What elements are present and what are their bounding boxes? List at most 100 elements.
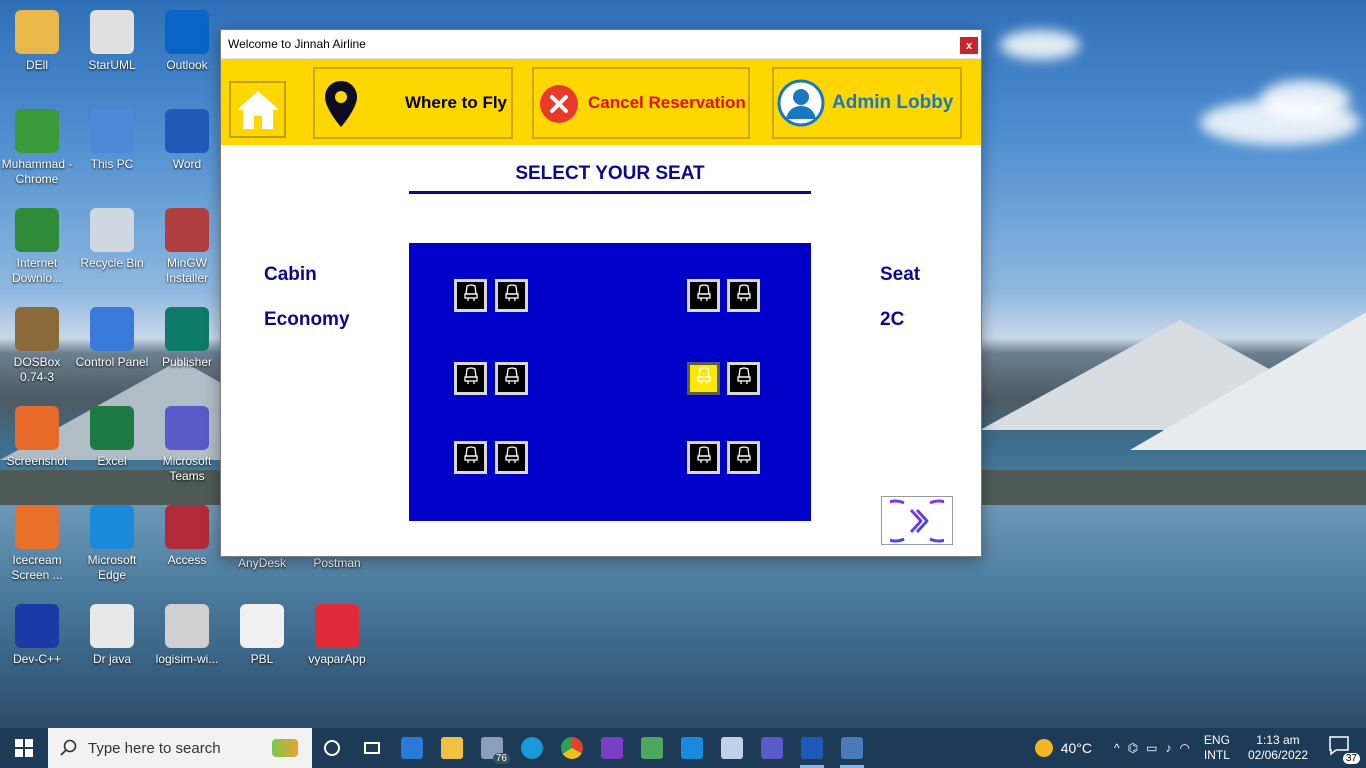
- app-icon: [90, 505, 134, 549]
- desktop-icon-pbl[interactable]: PBL: [225, 604, 299, 667]
- seat-label: Seat: [880, 264, 921, 285]
- taskbar-app-cube[interactable]: [712, 728, 752, 768]
- weather-sun-icon[interactable]: [1034, 739, 1053, 757]
- where-to-fly-button[interactable]: Where to Fly: [313, 67, 513, 139]
- seat-3c[interactable]: [687, 441, 720, 474]
- desktop-icon-microsoft-edge[interactable]: Microsoft Edge: [75, 505, 149, 583]
- taskbar-mail[interactable]: 76: [472, 728, 512, 768]
- desktop-icon-label: Screenshot: [6, 454, 68, 468]
- desktop-icon-logisim-wi[interactable]: logisim-wi...: [150, 604, 224, 667]
- weather-temp[interactable]: 40°C: [1061, 740, 1092, 756]
- taskbar-store[interactable]: [392, 728, 432, 768]
- desktop-icon-label: Microsoft Edge: [87, 553, 137, 582]
- tray-wifi-icon[interactable]: ◠: [1179, 741, 1189, 755]
- desktop-icon-icecream-screen[interactable]: Icecream Screen ...: [0, 505, 74, 583]
- close-button[interactable]: x: [960, 37, 978, 54]
- app-icon: [165, 604, 209, 648]
- tray-network-icon[interactable]: ⌬: [1128, 741, 1138, 755]
- app-icon: [165, 406, 209, 450]
- taskbar-file-explorer[interactable]: [432, 728, 472, 768]
- desktop-icon-label: Muhammad - Chrome: [1, 157, 73, 186]
- seat-1b[interactable]: [495, 279, 528, 312]
- desktop-icon-label: Dev-C++: [12, 652, 62, 666]
- tray-chevron-up-icon[interactable]: ^: [1114, 741, 1120, 755]
- desktop-icon-label: AnyDesk: [237, 556, 287, 570]
- seat-1d[interactable]: [727, 279, 760, 312]
- title-bar: Welcome to Jinnah Airline: [221, 30, 981, 59]
- tray-volume-icon[interactable]: ♪: [1165, 741, 1171, 755]
- desktop-icon-dosbox-0-74-3[interactable]: DOSBox 0.74-3: [0, 307, 74, 385]
- desktop-icon-label: Icecream Screen ...: [11, 553, 63, 582]
- start-button[interactable]: [0, 728, 48, 768]
- taskbar-chrome[interactable]: [552, 728, 592, 768]
- seat-icon: [502, 283, 522, 308]
- system-tray: 40°C ^ ⌬ ▭ ♪ ◠ ENG INTL 1:13 am 02/06/20…: [1034, 728, 1366, 768]
- task-view-button[interactable]: [312, 728, 352, 768]
- seat-2b[interactable]: [495, 362, 528, 395]
- desktop-icon-microsoft-teams[interactable]: Microsoft Teams: [150, 406, 224, 484]
- seat-3d[interactable]: [727, 441, 760, 474]
- desktop-icon-staruml[interactable]: StarUML: [75, 10, 149, 73]
- seat-1a[interactable]: [454, 279, 487, 312]
- edge-icon: [521, 737, 543, 759]
- desktop-icon-dell[interactable]: DEll: [0, 10, 74, 73]
- desktop-icon-publisher[interactable]: Publisher: [150, 307, 224, 370]
- circle-icon: [324, 740, 340, 756]
- desktop-icon-label: logisim-wi...: [155, 652, 219, 666]
- taskbar-jinnah-app[interactable]: [832, 728, 872, 768]
- desktop-icon-vyaparapp[interactable]: vyaparApp: [300, 604, 374, 667]
- seat-icon: [461, 283, 481, 308]
- taskbar-visual-studio[interactable]: [592, 728, 632, 768]
- home-button[interactable]: [229, 81, 286, 138]
- desktop-icon-internet-downlo[interactable]: Internet Downlo...: [0, 208, 74, 286]
- notification-button[interactable]: 37: [1328, 734, 1360, 764]
- app-icon: [15, 10, 59, 54]
- seat-3a[interactable]: [454, 441, 487, 474]
- app-icon: [15, 604, 59, 648]
- desktop-icon-excel[interactable]: Excel: [75, 406, 149, 469]
- taskbar-search[interactable]: Type here to search: [48, 728, 312, 768]
- app-icon: [15, 109, 59, 153]
- task-switch-button[interactable]: [352, 728, 392, 768]
- cancel-reservation-button[interactable]: Cancel Reservation: [532, 67, 750, 139]
- next-button[interactable]: [881, 496, 953, 545]
- desktop-icon-access[interactable]: Access: [150, 505, 224, 568]
- admin-lobby-button[interactable]: Admin Lobby: [772, 67, 962, 139]
- language-top: ENG: [1203, 733, 1230, 747]
- desktop-icon-dr-java[interactable]: Dr java: [75, 604, 149, 667]
- app-icon: [90, 109, 134, 153]
- desktop-icon-screenshot[interactable]: Screenshot: [0, 406, 74, 469]
- desktop-icon-this-pc[interactable]: This PC: [75, 109, 149, 172]
- search-icon: [60, 739, 77, 756]
- desktop-icon-word[interactable]: Word: [150, 109, 224, 172]
- seat-value: 2C: [880, 309, 905, 330]
- taskbar-snip[interactable]: [632, 728, 672, 768]
- clock-date: 02/06/2022: [1247, 748, 1308, 762]
- desktop-icon-label: MinGW Installer: [165, 256, 209, 285]
- desktop-icon-mingw-installer[interactable]: MinGW Installer: [150, 208, 224, 286]
- desktop-icon-muhammad-chrome[interactable]: Muhammad - Chrome: [0, 109, 74, 187]
- desktop-icon-outlook[interactable]: Outlook: [150, 10, 224, 73]
- seat-1c[interactable]: [687, 279, 720, 312]
- clock[interactable]: 1:13 am 02/06/2022: [1248, 733, 1308, 763]
- app-icon: [90, 406, 134, 450]
- desktop-icon-label: PBL: [250, 652, 274, 666]
- desktop-icon-control-panel[interactable]: Control Panel: [75, 307, 149, 370]
- seat-icon: [461, 445, 481, 470]
- home-icon: [236, 90, 279, 129]
- desktop-icon-label: Access: [167, 553, 207, 567]
- desktop-icon-recycle-bin[interactable]: Recycle Bin: [75, 208, 149, 271]
- language-indicator[interactable]: ENG INTL: [1204, 733, 1230, 763]
- seat-2d[interactable]: [727, 362, 760, 395]
- seat-2c[interactable]: [687, 362, 720, 395]
- taskbar-edge[interactable]: [512, 728, 552, 768]
- taskbar-teams[interactable]: [752, 728, 792, 768]
- seat-icon: [694, 366, 714, 391]
- seat-2a[interactable]: [454, 362, 487, 395]
- taskbar-vscode[interactable]: [672, 728, 712, 768]
- tray-battery-icon[interactable]: ▭: [1146, 741, 1157, 755]
- app-icon: [90, 604, 134, 648]
- desktop-icon-dev-c[interactable]: Dev-C++: [0, 604, 74, 667]
- seat-3b[interactable]: [495, 441, 528, 474]
- taskbar-word[interactable]: [792, 728, 832, 768]
